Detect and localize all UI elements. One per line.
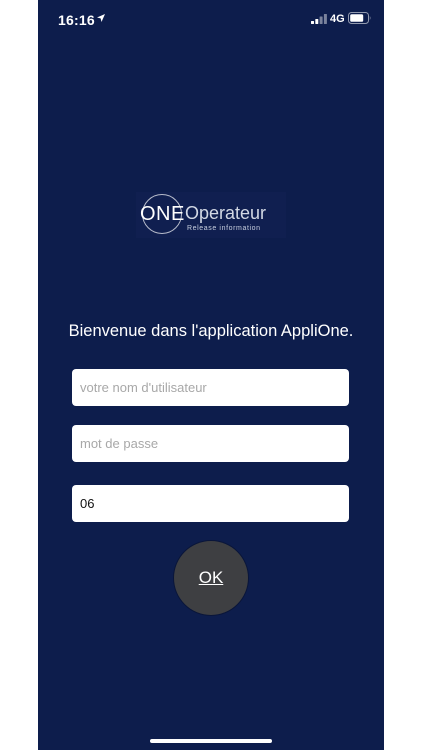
battery-icon [348, 12, 371, 24]
ok-button[interactable]: OK [174, 541, 248, 615]
network-type-label: 4G [330, 13, 345, 25]
cellular-signal-icon [311, 14, 327, 24]
app-screen: 16:16 4G ONE Operateur Release informati… [38, 0, 384, 750]
logo-tagline: Release information [187, 225, 261, 232]
logo-product-text: Operateur [185, 203, 267, 223]
home-indicator[interactable] [150, 739, 272, 743]
code-input[interactable] [72, 485, 349, 522]
logo-brand-text: ONE [140, 203, 185, 225]
status-bar: 16:16 4G [38, 0, 384, 40]
username-input[interactable] [72, 369, 349, 406]
password-input[interactable] [72, 425, 349, 462]
status-time: 16:16 [58, 12, 95, 28]
welcome-message: Bienvenue dans l'application AppliOne. [68, 322, 354, 340]
location-arrow-icon [97, 14, 105, 22]
app-logo: ONE Operateur Release information [136, 192, 286, 238]
